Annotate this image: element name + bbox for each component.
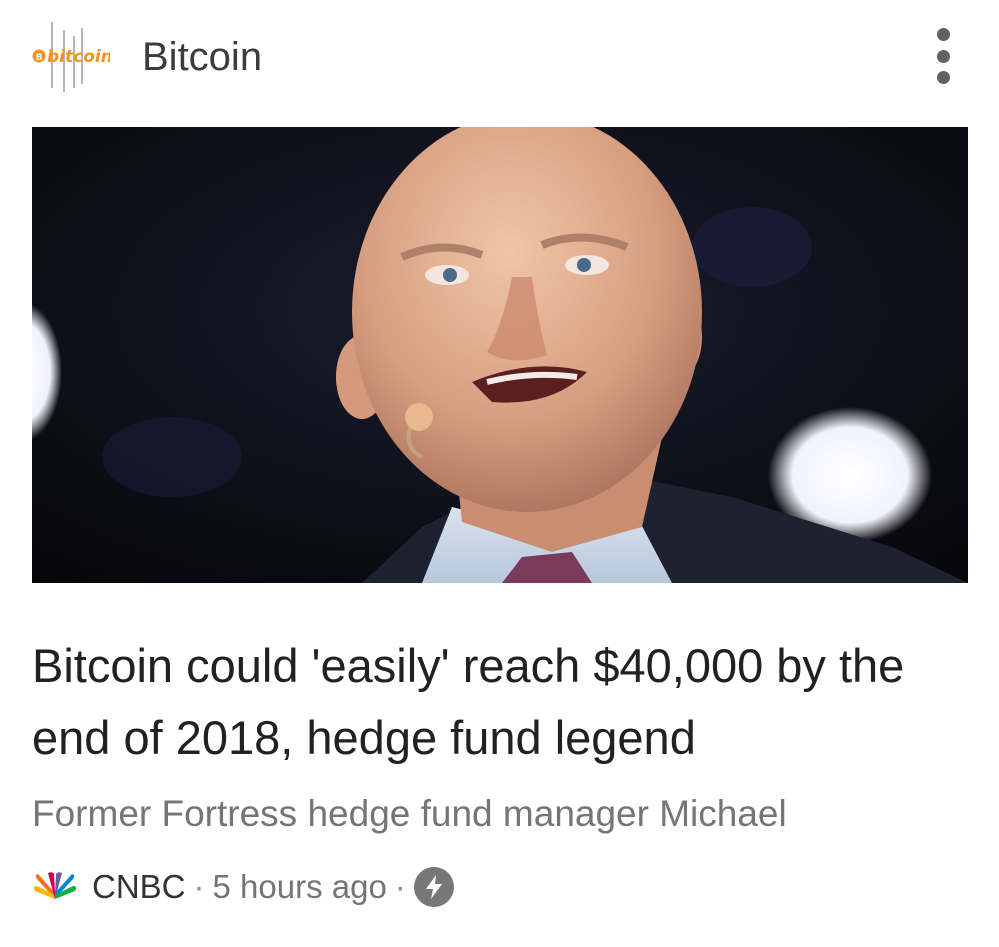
article-age: 5 hours ago <box>212 868 387 905</box>
meta-separator: · <box>394 868 406 905</box>
article-hero-image[interactable] <box>32 127 968 583</box>
meta-separator: · <box>193 868 205 905</box>
lightning-bolt-icon <box>425 875 442 899</box>
svg-text:B: B <box>36 53 43 63</box>
bitcoin-logo-icon: B bitcoin <box>32 22 110 92</box>
hero-photo <box>32 127 968 583</box>
amp-badge <box>413 867 454 907</box>
more-options-icon[interactable] <box>926 28 960 84</box>
menu-dot <box>936 28 950 41</box>
nbc-peacock-icon <box>33 872 77 899</box>
topic-header: B bitcoin Bitcoin <box>0 0 999 120</box>
article-headline[interactable]: Bitcoin could 'easily' reach $40,000 by … <box>32 630 972 774</box>
menu-dot <box>936 71 950 84</box>
bitcoin-logo-text: bitcoin <box>47 47 110 67</box>
article-snippet: Former Fortress hedge fund manager Micha… <box>32 793 787 834</box>
menu-dot <box>936 49 950 63</box>
article-meta: CNBC · 5 hours ago · <box>32 862 454 912</box>
source-name[interactable]: CNBC <box>92 868 186 906</box>
topic-title[interactable]: Bitcoin <box>142 33 262 81</box>
